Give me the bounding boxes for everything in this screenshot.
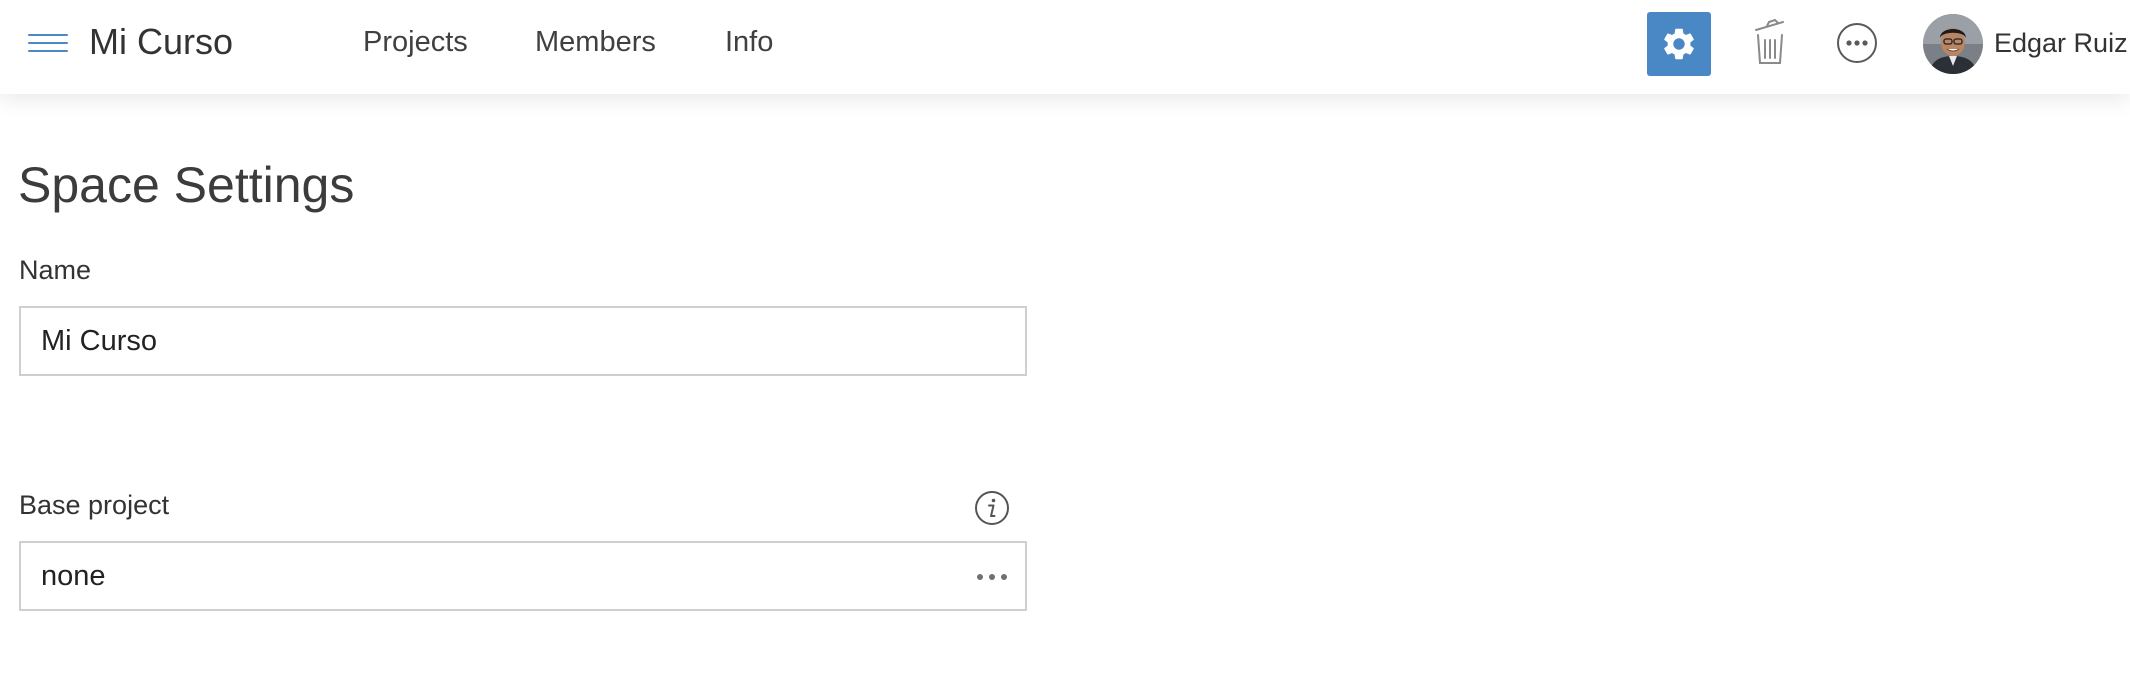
user-name[interactable]: Edgar Ruiz [1994, 26, 2128, 60]
name-field-container [19, 306, 1027, 376]
base-project-info-button[interactable] [974, 490, 1010, 526]
settings-button[interactable] [1647, 12, 1711, 76]
space-title: Mi Curso [89, 21, 234, 62]
nav-info-link[interactable]: Info [725, 24, 773, 60]
ellipsis-icon [977, 574, 1007, 580]
name-input[interactable] [41, 308, 981, 374]
user-avatar-image [1923, 14, 1983, 74]
base-project-browse-button[interactable] [975, 567, 1009, 587]
gear-icon [1664, 28, 1694, 60]
top-navigation-bar: Mi Curso Projects Members Info Edgar Rui… [0, 0, 2130, 94]
trash-icon [1755, 18, 1784, 64]
base-project-field-container [19, 541, 1027, 611]
hamburger-line [28, 34, 68, 36]
delete-space-button[interactable] [1750, 16, 1790, 66]
info-icon [975, 491, 1009, 525]
ellipsis-circle-icon [1837, 23, 1877, 63]
base-project-input[interactable] [41, 543, 921, 609]
user-avatar[interactable] [1923, 14, 1983, 74]
nav-members-link[interactable]: Members [535, 24, 656, 60]
nav-projects-link[interactable]: Projects [363, 24, 468, 60]
hamburger-line [28, 42, 68, 44]
page-title: Space Settings [18, 157, 355, 213]
name-field-label: Name [19, 255, 92, 285]
base-project-field-label: Base project [19, 490, 170, 520]
more-options-button[interactable] [1836, 22, 1878, 64]
hamburger-line [28, 50, 68, 52]
hamburger-menu-icon[interactable] [28, 30, 68, 54]
